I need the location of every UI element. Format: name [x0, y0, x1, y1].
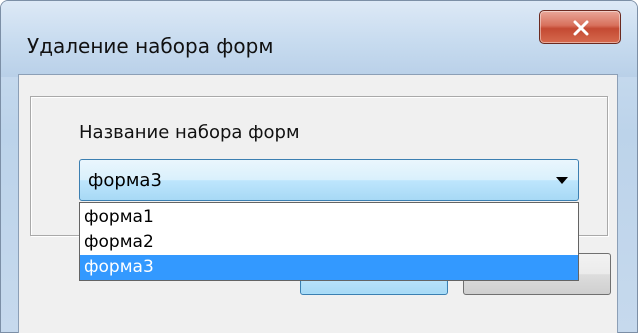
combobox-value: форма3: [88, 170, 162, 191]
title-bar[interactable]: Удаление набора форм: [1, 1, 637, 77]
close-icon: [573, 20, 589, 36]
chevron-down-icon[interactable]: [556, 177, 568, 184]
close-button[interactable]: [539, 10, 621, 44]
dropdown-option-forma1[interactable]: форма1: [80, 205, 578, 230]
dialog-title: Удаление набора форм: [27, 34, 274, 58]
form-set-name-label: Название набора форм: [79, 122, 300, 143]
combobox-dropdown-list[interactable]: форма1 форма2 форма3: [79, 202, 579, 281]
dropdown-option-forma3[interactable]: форма3: [80, 255, 578, 280]
form-set-combobox[interactable]: форма3: [79, 159, 579, 201]
dropdown-option-forma2[interactable]: форма2: [80, 230, 578, 255]
